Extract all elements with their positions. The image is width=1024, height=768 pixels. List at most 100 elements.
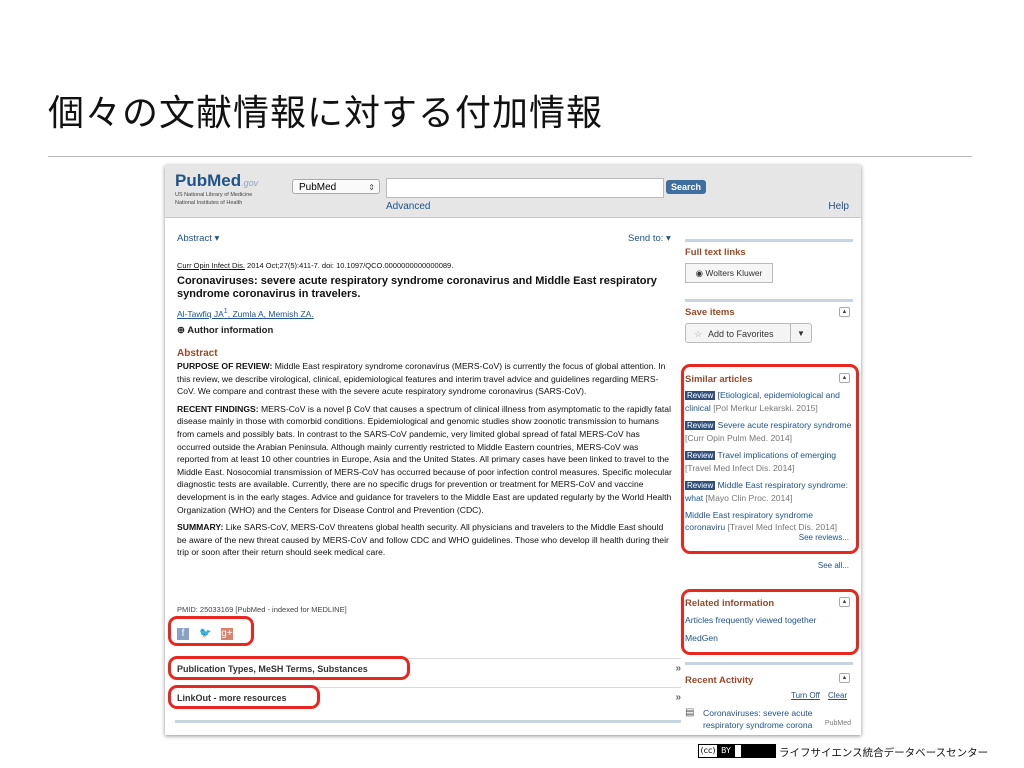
similar-article-source: [Curr Opin Pulm Med. 2014] [685,433,792,443]
author-link[interactable]: Zumla A [232,309,263,319]
publisher-logo-icon: ◉ [695,268,704,278]
summary-text: Like SARS-CoV, MERS-CoV threatens global… [177,522,669,558]
favorites-label: Add to Favorites [708,329,774,339]
related-link[interactable]: MedGen [685,633,718,643]
abstract-heading: Abstract [177,348,218,359]
recent-activity-heading: Recent Activity [685,675,754,686]
collapse-icon[interactable]: ▲ [839,597,850,607]
publication-types-section[interactable]: Publication Types, MeSH Terms, Substance… [175,658,681,678]
cc-by-license-badge: (cc) BY [698,744,776,758]
expand-chevron-icon[interactable]: » [675,688,681,708]
turn-off-link[interactable]: Turn Off [791,691,820,700]
see-reviews-link[interactable]: See reviews... [799,533,849,542]
similar-article[interactable]: Review Travel implications of emerging [… [685,449,853,474]
expand-chevron-icon[interactable]: » [675,659,681,679]
social-share: f 🐦 g+ [177,623,243,640]
section-label: LinkOut - more resources [177,693,287,703]
article-title: Coronaviruses: severe acute respiratory … [177,275,657,300]
pubmed-logo[interactable]: PubMed.gov US National Library of Medici… [175,171,258,207]
abstract-findings: RECENT FINDINGS: MERS-CoV is a novel β C… [177,403,672,516]
similar-articles-list: Review [Etiological, epidemiological and… [685,389,853,538]
similar-article[interactable]: Middle East respiratory syndrome coronav… [685,509,853,533]
review-badge: Review [685,391,716,400]
summary-label: SUMMARY: [177,522,224,533]
pmid-line: PMID: 25033169 [PubMed - indexed for MED… [177,605,347,614]
select-arrow-icon: ⇕ [368,183,375,192]
collapse-icon[interactable]: ▲ [839,373,850,383]
citation: Curr Opin Infect Dis. 2014 Oct;27(5):411… [177,261,453,270]
author-list: Al-Tawfiq JA1, Zumla A, Memish ZA. [177,307,314,319]
similar-article-source: [Pol Merkur Lekarski. 2015] [713,403,818,413]
similar-article-title: Severe acute respiratory syndrome [717,420,852,430]
favorites-dropdown-icon[interactable]: ▼ [790,323,812,343]
related-link[interactable]: Articles frequently viewed together [685,615,816,625]
logo-subtitle-2: National Institutes of Health [175,200,243,206]
search-button[interactable]: Search [666,180,706,194]
facebook-icon[interactable]: f [177,628,189,640]
author-affiliation-mark: 1 [223,307,228,315]
similar-article[interactable]: Review [Etiological, epidemiological and… [685,389,853,414]
author-info-toggle[interactable]: ⊕ Author information [177,325,273,336]
logo-text: PubMed [175,171,242,190]
linkout-section[interactable]: LinkOut - more resources » [175,687,681,707]
expand-icon: ⊕ [177,325,185,336]
similar-article[interactable]: Review Middle East respiratory syndrome:… [685,479,853,504]
by-icon: BY [717,745,735,757]
similar-article-title: Travel implications of emerging [717,450,837,460]
license-bar [741,745,775,757]
format-dropdown[interactable]: Abstract ▾ [177,233,219,244]
similar-article-source: [Mayo Clin Proc. 2014] [705,493,793,503]
similar-article[interactable]: Review Severe acute respiratory syndrome… [685,419,853,444]
findings-text: MERS-CoV is a novel β CoV that causes a … [177,403,672,515]
similar-article-source: [Travel Med Infect Dis. 2014] [727,522,838,532]
author-link[interactable]: Al-Tawfiq JA [177,309,224,319]
title-divider [48,156,972,157]
pubmed-header: PubMed.gov US National Library of Medici… [165,165,861,218]
recent-item-source: PubMed [824,720,851,727]
add-to-favorites-button[interactable]: ☆ Add to Favorites [685,323,791,343]
citation-details: 2014 Oct;27(5):411-7. doi: 10.1097/QCO.0… [244,261,454,270]
author-link[interactable]: Memish ZA [268,309,311,319]
logo-gov: .gov [241,178,259,188]
twitter-icon[interactable]: 🐦 [199,628,211,640]
collapse-icon[interactable]: ▲ [839,673,850,683]
review-badge: Review [685,481,716,490]
recent-item-link[interactable]: Coronaviruses: severe acute respiratory … [703,707,853,731]
google-plus-icon[interactable]: g+ [221,628,233,640]
slide-title: 個々の文献情報に対する付加情報 [48,93,604,134]
findings-label: RECENT FINDINGS: [177,403,259,414]
send-to-dropdown[interactable]: Send to: ▾ [628,233,671,244]
clear-link[interactable]: Clear [828,691,847,700]
content-bottom-rule [175,720,681,723]
similar-articles-heading: Similar articles [685,374,753,385]
sidebar-rule [685,239,853,242]
abstract-purpose: PURPOSE OF REVIEW: Middle East respirato… [177,360,672,398]
sidebar-rule [685,299,853,302]
similar-article-source: [Travel Med Infect Dis. 2014] [685,463,795,473]
database-select[interactable]: PubMed ⇕ [292,179,380,194]
document-icon: ▤ [685,707,695,718]
star-icon: ☆ [694,329,703,339]
section-label: Publication Types, MeSH Terms, Substance… [177,664,368,674]
logo-subtitle-1: US National Library of Medicine [175,192,253,198]
sidebar-rule [685,662,853,665]
slide-credit: ライフサイエンス統合データベースセンター [779,747,989,759]
full-text-heading: Full text links [685,247,746,258]
purpose-label: PURPOSE OF REVIEW: [177,361,273,371]
abstract-text: PURPOSE OF REVIEW: Middle East respirato… [177,360,672,564]
abstract-summary: SUMMARY: Like SARS-CoV, MERS-CoV threate… [177,521,672,559]
help-link[interactable]: Help [828,201,849,212]
see-all-link[interactable]: See all... [818,561,849,570]
pubmed-screenshot: PubMed.gov US National Library of Medici… [165,165,861,735]
journal-link[interactable]: Curr Opin Infect Dis. [177,261,245,270]
save-items-heading: Save items [685,307,735,318]
review-badge: Review [685,451,716,460]
review-badge: Review [685,421,716,430]
search-input[interactable] [386,178,664,198]
database-value: PubMed [299,182,337,193]
publisher-name: Wolters Kluwer [705,268,763,278]
collapse-icon[interactable]: ▲ [839,307,850,317]
full-text-link-button[interactable]: ◉ Wolters Kluwer [685,263,773,283]
author-info-label: Author information [187,325,274,336]
advanced-link[interactable]: Advanced [386,201,430,212]
